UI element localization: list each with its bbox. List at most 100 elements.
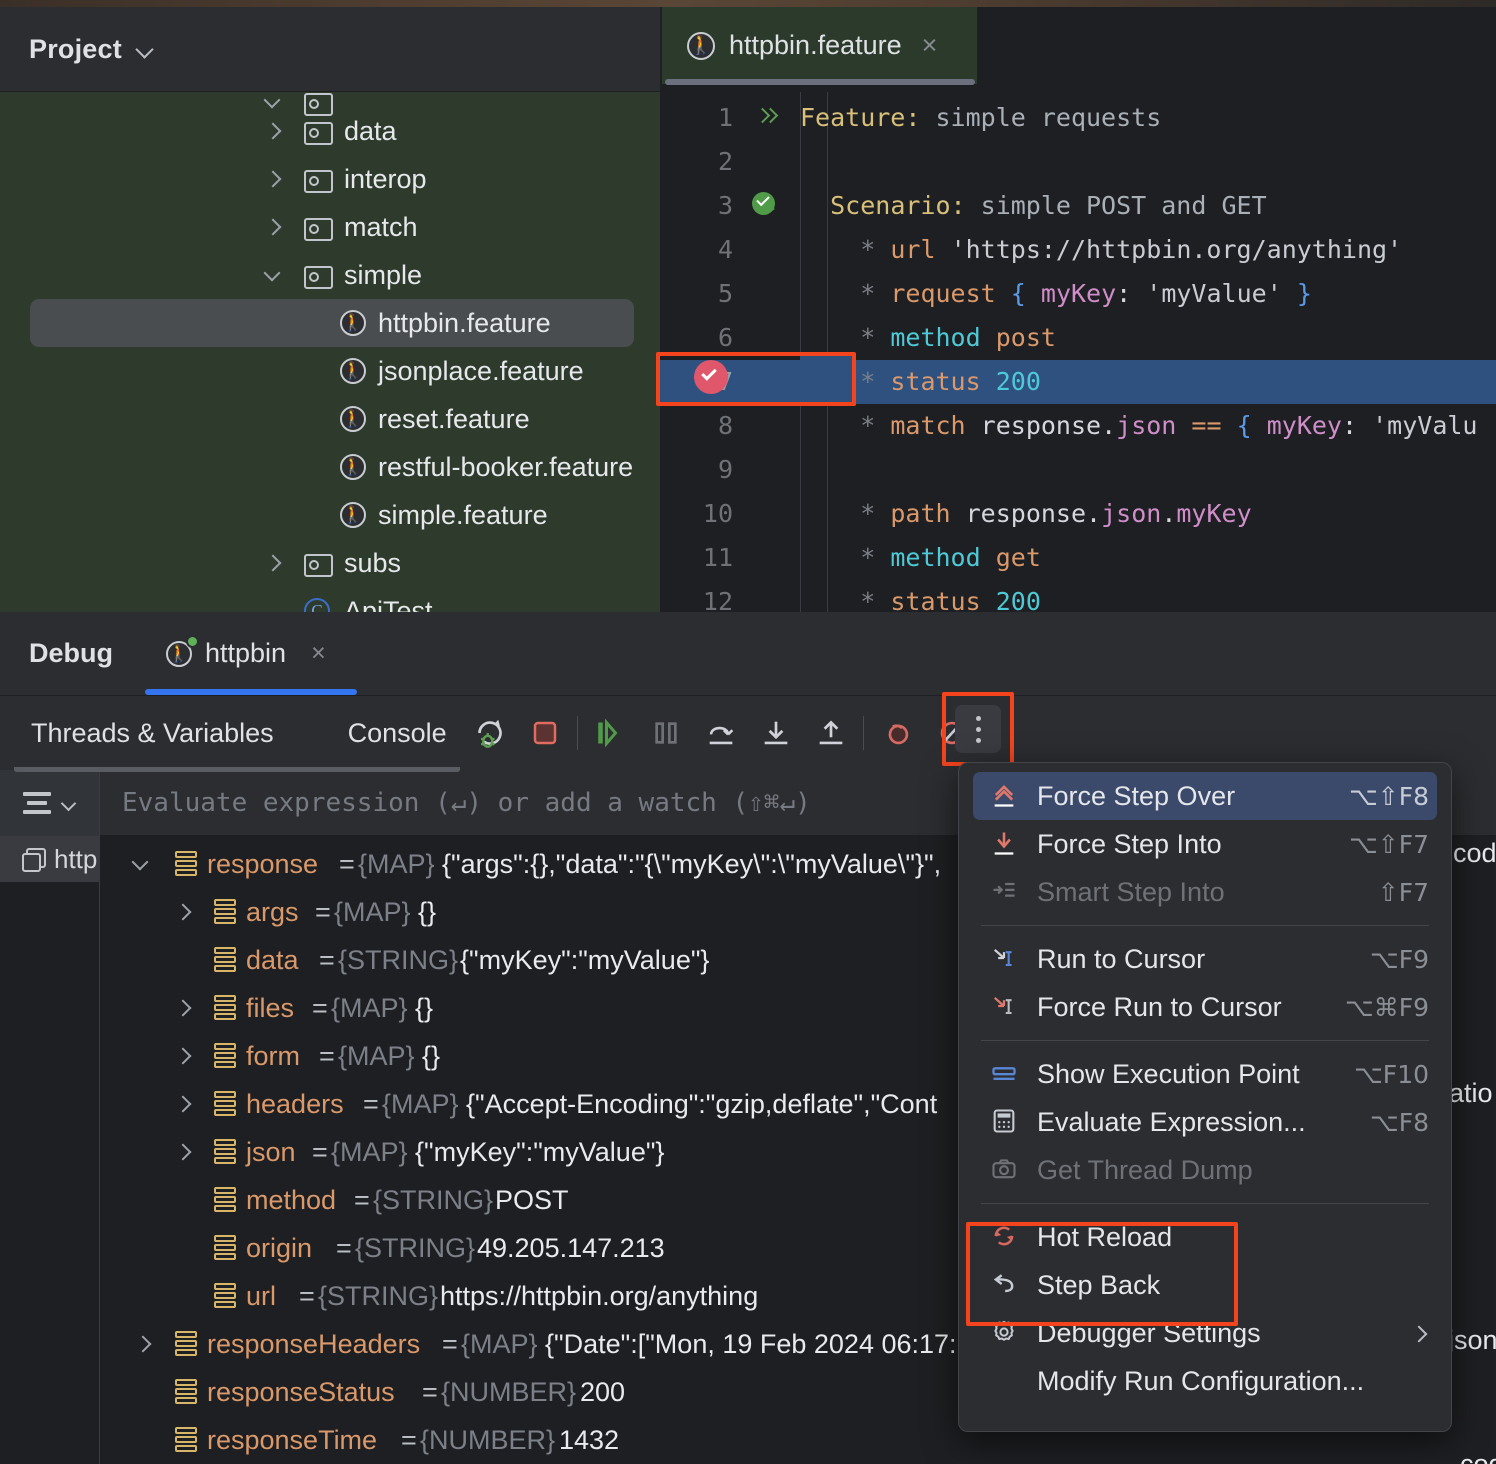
menu-item-label: Run to Cursor [1037, 943, 1206, 974]
force-step-into-icon [989, 829, 1023, 859]
rerun-debug-icon[interactable] [462, 702, 517, 764]
variable-type: {STRING} [318, 1280, 439, 1311]
clipped-text-json: json [1448, 1325, 1496, 1355]
tree-item-restful-booker-feature[interactable]: restful-booker.feature [0, 443, 660, 491]
variable-icon [214, 947, 236, 973]
threads-variables-scrollbar[interactable] [14, 767, 460, 772]
pause-program-icon[interactable] [638, 702, 693, 764]
chevron-right-icon[interactable] [174, 999, 192, 1017]
tab-active-underline [665, 79, 975, 85]
tree-item-match[interactable]: match [0, 203, 660, 251]
code-line-12[interactable]: 12 * status 200 [660, 580, 1496, 612]
close-icon[interactable]: × [311, 639, 326, 668]
equals-sign: = [336, 1232, 352, 1263]
page-title: Project [29, 33, 122, 64]
code-line-5[interactable]: 5 * request { myKey: 'myValue' } [660, 272, 1496, 316]
chevron-right-icon[interactable] [134, 1335, 152, 1353]
menu-item-debugger-settings[interactable]: Debugger Settings [959, 1309, 1451, 1357]
menu-divider [981, 1040, 1429, 1041]
tree-item-reset-feature[interactable]: reset.feature [0, 395, 660, 443]
clipped-text-cod: cod [1453, 838, 1496, 868]
debug-more-options-menu[interactable]: Force Step Over ⌥⇧F8 Force Step Into ⌥⇧F… [958, 762, 1452, 1432]
variable-icon [214, 1043, 236, 1069]
tree-item-simple[interactable]: simple [0, 251, 660, 299]
karate-file-icon [340, 358, 366, 384]
chevron-right-icon[interactable] [174, 903, 192, 921]
menu-item-hot-reload[interactable]: Hot Reload [959, 1213, 1451, 1261]
code-line-8[interactable]: 8 * match response.json == { myKey: 'myV… [660, 404, 1496, 448]
project-panel-header[interactable]: Project [0, 7, 660, 92]
tree-item-interop[interactable]: interop [0, 155, 660, 203]
variable-name: response [207, 848, 319, 879]
code-line-10[interactable]: 10 * path response.json.myKey [660, 492, 1496, 536]
code-text: * status 200 [860, 587, 1041, 612]
tab-threads-and-variables[interactable]: Threads & Variables [31, 718, 274, 749]
menu-item-get-thread-dump[interactable]: Get Thread Dump [959, 1146, 1451, 1194]
code-line-3[interactable]: 3 Scenario: simple POST and GET [660, 184, 1496, 228]
menu-item-evaluate-expression[interactable]: Evaluate Expression... ⌥F8 [959, 1098, 1451, 1146]
menu-item-run-to-cursor[interactable]: Run to Cursor ⌥F9 [959, 935, 1451, 983]
variable-type: {MAP} [334, 896, 411, 927]
line-number: 4 [717, 235, 733, 264]
close-icon[interactable]: × [922, 32, 938, 59]
evaluate-expression-input[interactable]: Evaluate expression (↵) or add a watch (… [122, 788, 811, 818]
step-over-icon[interactable] [693, 702, 748, 764]
debug-run-tab[interactable]: httpbin × [166, 635, 326, 669]
step-out-icon[interactable] [803, 702, 858, 764]
chevron-right-icon[interactable] [264, 123, 280, 139]
chevron-down-icon[interactable] [61, 795, 77, 811]
variable-name: method [246, 1184, 337, 1215]
variable-type: {NUMBER} [441, 1376, 577, 1407]
chevron-down-icon[interactable] [136, 39, 156, 59]
menu-item-shortcut: ⌥F10 [1354, 1059, 1429, 1089]
tree-item-httpbin-feature[interactable]: httpbin.feature [30, 299, 634, 347]
tree-item-data[interactable]: data [0, 107, 660, 155]
project-tree[interactable]: data interop match simple httpbin.featur… [0, 92, 660, 612]
stop-icon[interactable] [517, 702, 572, 764]
code-line-9[interactable]: 9 [660, 448, 1496, 492]
variable-value: {"Date":["Mon, 19 Feb 2024 06:17: [545, 1328, 957, 1359]
menu-item-force-step-over[interactable]: Force Step Over ⌥⇧F8 [973, 772, 1437, 820]
variable-type: {STRING} [373, 1184, 494, 1215]
code-line-1[interactable]: 1 Feature: simple requests [660, 96, 1496, 140]
equals-sign: = [299, 1280, 315, 1311]
folder-icon [304, 168, 333, 193]
mute-breakpoints-icon[interactable] [869, 702, 924, 764]
menu-item-shortcut: ⌥⌘F9 [1344, 992, 1429, 1022]
window-top-strip [0, 0, 1496, 7]
watches-options-button[interactable] [0, 769, 100, 836]
run-scenario-success-icon[interactable] [752, 192, 779, 219]
code-line-11[interactable]: 11 * method get [660, 536, 1496, 580]
tree-item-jsonplace-feature[interactable]: jsonplace.feature [0, 347, 660, 395]
run-feature-icon[interactable] [755, 106, 779, 130]
menu-item-label: Smart Step Into [1037, 876, 1225, 907]
menu-item-shortcut: ⇧F7 [1377, 877, 1429, 907]
chevron-right-icon[interactable] [174, 1047, 192, 1065]
chevron-right-icon[interactable] [264, 219, 280, 235]
chevron-right-icon[interactable] [264, 555, 280, 571]
resume-program-icon[interactable] [583, 702, 638, 764]
tree-item-subs[interactable]: subs [0, 539, 660, 587]
step-into-icon[interactable] [748, 702, 803, 764]
tab-console[interactable]: Console [348, 718, 447, 749]
code-line-2[interactable]: 2 [660, 140, 1496, 184]
chevron-right-icon[interactable] [174, 1095, 192, 1113]
tree-item-apitest[interactable]: C ApiTest [0, 587, 660, 612]
variable-type: {MAP} [382, 1088, 459, 1119]
menu-item-label: Hot Reload [1037, 1221, 1173, 1252]
run-to-cursor-icon [989, 944, 1023, 974]
chevron-right-icon[interactable] [174, 1143, 192, 1161]
chevron-down-icon[interactable] [264, 267, 280, 283]
tree-item-simple-feature[interactable]: simple.feature [0, 491, 660, 539]
chevron-down-icon[interactable] [132, 855, 150, 873]
menu-item-show-execution-point[interactable]: Show Execution Point ⌥F10 [959, 1050, 1451, 1098]
menu-item-modify-run-configuration[interactable]: Modify Run Configuration... [959, 1357, 1451, 1405]
menu-item-label: Debugger Settings [1037, 1317, 1261, 1348]
menu-item-force-step-into[interactable]: Force Step Into ⌥⇧F7 [959, 820, 1451, 868]
chevron-right-icon[interactable] [264, 171, 280, 187]
menu-item-step-back[interactable]: Step Back [959, 1261, 1451, 1309]
menu-item-force-run-to-cursor[interactable]: Force Run to Cursor ⌥⌘F9 [959, 983, 1451, 1031]
code-line-4[interactable]: 4 * url 'https://httpbin.org/anything' [660, 228, 1496, 272]
menu-item-smart-step-into[interactable]: Smart Step Into ⇧F7 [959, 868, 1451, 916]
tab-httpbin-feature[interactable]: httpbin.feature × [662, 7, 977, 85]
